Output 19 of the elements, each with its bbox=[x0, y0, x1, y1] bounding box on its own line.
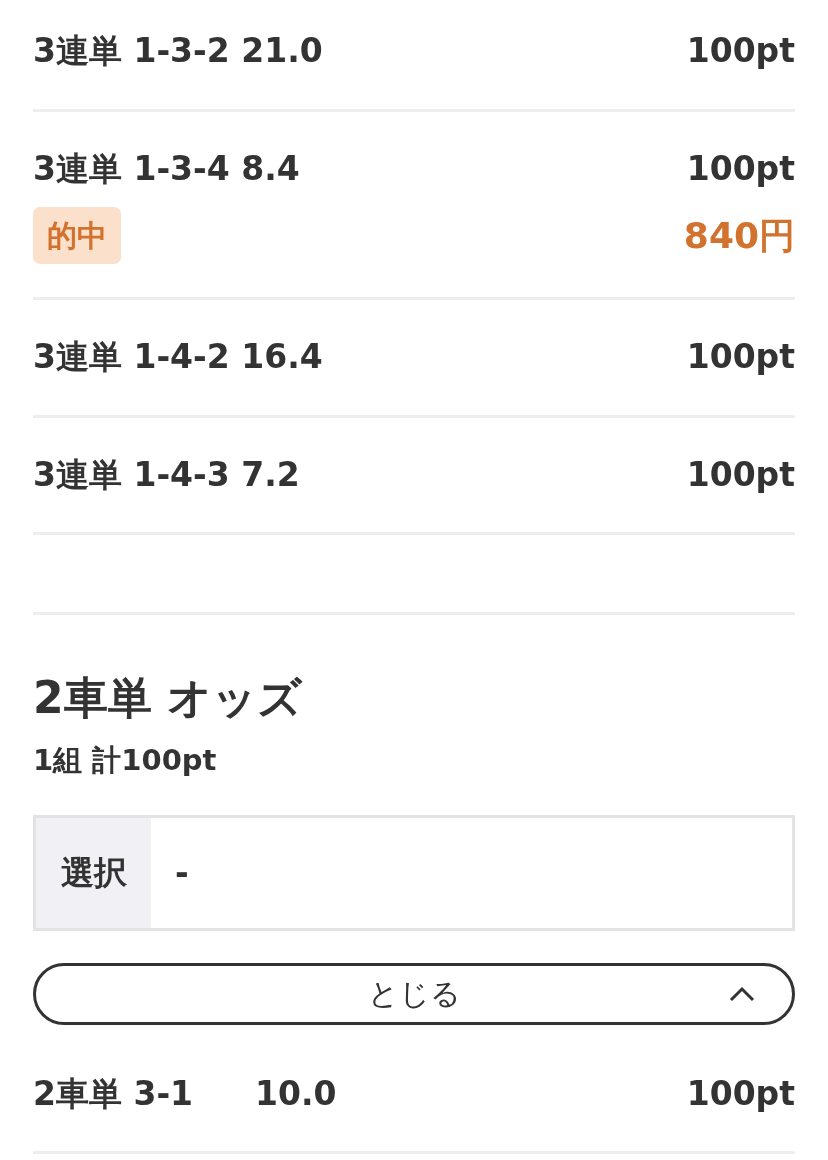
close-toggle-button[interactable]: とじる bbox=[33, 962, 795, 1025]
odds-value: 10.0 bbox=[255, 1072, 337, 1115]
section-title: 2車単 オッズ bbox=[33, 671, 304, 725]
hit-badge: 的中 bbox=[33, 207, 121, 264]
bet-label: 2車単 3-1 bbox=[33, 1072, 194, 1115]
bet-label: 3連単 1-3-2 21.0 bbox=[33, 30, 323, 72]
stake-amount: 100pt bbox=[686, 453, 795, 496]
bet-label: 3連単 1-4-3 7.2 bbox=[33, 453, 300, 496]
selection-value: - bbox=[175, 851, 189, 894]
stake-amount: 100pt bbox=[686, 1072, 795, 1115]
stake-amount: 100pt bbox=[686, 336, 795, 378]
chevron-up-icon bbox=[728, 984, 756, 1003]
bet-label: 3連単 1-4-2 16.4 bbox=[33, 336, 323, 378]
selection-label: 選択 bbox=[60, 851, 127, 894]
stake-amount: 100pt bbox=[686, 147, 795, 190]
section-summary: 1組 計100pt bbox=[33, 742, 218, 779]
bet-label: 3連単 1-3-4 8.4 bbox=[33, 147, 300, 190]
stake-amount: 100pt bbox=[686, 30, 795, 72]
payout-amount: 840円 bbox=[683, 213, 795, 258]
